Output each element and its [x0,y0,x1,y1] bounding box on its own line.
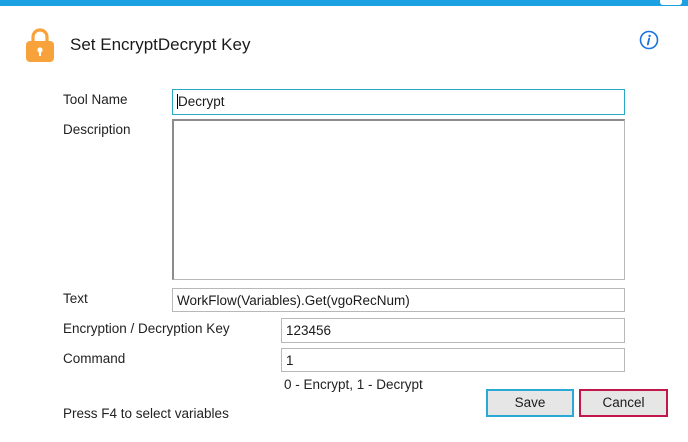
lock-icon [26,28,54,62]
tool-name-value: Decrypt [178,94,225,109]
key-label: Encryption / Decryption Key [63,321,230,336]
text-input[interactable]: WorkFlow(Variables).Get(vgoRecNum) [172,288,625,312]
tool-name-input[interactable]: Decrypt [172,89,625,115]
command-label: Command [63,351,126,366]
window-top-notch [660,0,682,5]
key-value: 123456 [286,323,332,338]
f4-hint: Press F4 to select variables [63,406,229,421]
description-label: Description [63,122,131,137]
description-textarea[interactable] [172,119,625,280]
command-input[interactable]: 1 [281,348,625,372]
key-input[interactable]: 123456 [281,318,625,343]
text-label: Text [63,291,88,306]
save-button[interactable]: Save [486,389,574,417]
command-value: 1 [286,353,294,368]
text-value: WorkFlow(Variables).Get(vgoRecNum) [177,293,410,308]
info-icon[interactable] [639,30,659,50]
tool-name-label: Tool Name [63,92,128,107]
dialog-title: Set EncryptDecrypt Key [70,35,251,54]
command-hint: 0 - Encrypt, 1 - Decrypt [284,377,423,392]
cancel-button[interactable]: Cancel [579,389,668,417]
